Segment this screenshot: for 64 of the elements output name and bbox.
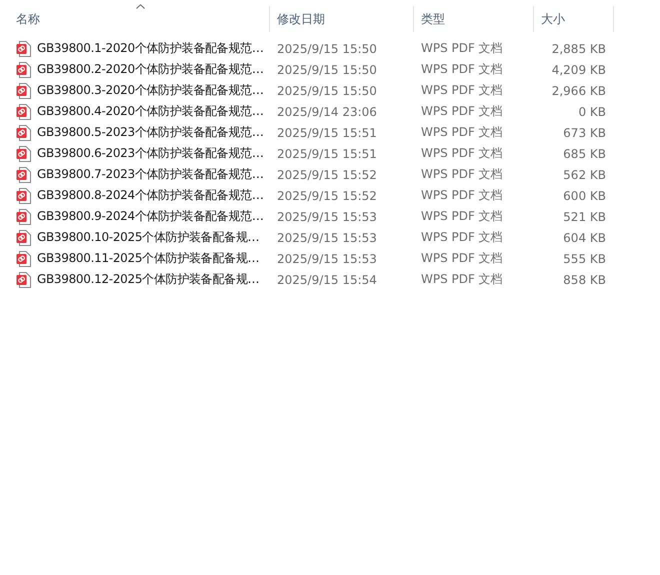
pdf-file-icon bbox=[16, 208, 31, 224]
file-type: WPS PDF 文档 bbox=[421, 208, 503, 225]
file-size: 858 KB bbox=[563, 272, 606, 286]
file-type: WPS PDF 文档 bbox=[421, 40, 503, 57]
column-header[interactable]: 类型 bbox=[421, 10, 445, 28]
column-header[interactable]: 大小 bbox=[541, 10, 565, 28]
modified-date: 2025/9/15 15:54 bbox=[277, 272, 377, 286]
file-type: WPS PDF 文档 bbox=[421, 166, 503, 183]
pdf-file-icon bbox=[16, 40, 31, 56]
file-type: WPS PDF 文档 bbox=[421, 229, 503, 246]
file-type: WPS PDF 文档 bbox=[421, 124, 503, 141]
modified-date: 2025/9/15 15:51 bbox=[277, 146, 377, 160]
modified-date: 2025/9/15 15:52 bbox=[277, 168, 377, 182]
file-type: WPS PDF 文档 bbox=[421, 187, 503, 204]
column-header[interactable]: 名称 bbox=[16, 10, 40, 28]
file-size: 562 KB bbox=[563, 168, 606, 182]
pdf-file-icon bbox=[16, 124, 31, 140]
file-name[interactable]: GB39800.6-2023个体防护装备配备规范… bbox=[37, 145, 264, 162]
file-size: 673 KB bbox=[563, 126, 606, 140]
file-size: 604 KB bbox=[563, 230, 606, 244]
file-type: WPS PDF 文档 bbox=[421, 61, 503, 78]
pdf-file-icon bbox=[16, 230, 31, 246]
pdf-file-icon bbox=[16, 188, 31, 204]
pdf-file-icon bbox=[16, 250, 31, 266]
file-size: 521 KB bbox=[563, 210, 606, 224]
file-size: 600 KB bbox=[563, 188, 606, 202]
file-size: 685 KB bbox=[563, 146, 606, 160]
file-name[interactable]: GB39800.10-2025个体防护装备配备规… bbox=[37, 229, 260, 246]
modified-date: 2025/9/15 15:53 bbox=[277, 210, 377, 224]
modified-date: 2025/9/15 15:53 bbox=[277, 230, 377, 244]
file-type: WPS PDF 文档 bbox=[421, 82, 503, 99]
modified-date: 2025/9/15 15:50 bbox=[277, 42, 377, 56]
file-name[interactable]: GB39800.7-2023个体防护装备配备规范… bbox=[37, 166, 264, 183]
file-size: 2,966 KB bbox=[552, 84, 606, 98]
modified-date: 2025/9/14 23:06 bbox=[277, 104, 377, 118]
modified-date: 2025/9/15 15:50 bbox=[277, 84, 377, 98]
file-name[interactable]: GB39800.3-2020个体防护装备配备规范… bbox=[37, 82, 264, 99]
file-type: WPS PDF 文档 bbox=[421, 250, 503, 267]
file-name[interactable]: GB39800.2-2020个体防护装备配备规范… bbox=[37, 61, 264, 78]
file-name[interactable]: GB39800.1-2020个体防护装备配备规范… bbox=[37, 40, 264, 57]
modified-date: 2025/9/15 15:50 bbox=[277, 62, 377, 76]
file-name[interactable]: GB39800.8-2024个体防护装备配备规范… bbox=[37, 187, 264, 204]
file-name[interactable]: GB39800.5-2023个体防护装备配备规范… bbox=[37, 124, 264, 141]
pdf-file-icon bbox=[16, 104, 31, 120]
file-name[interactable]: GB39800.12-2025个体防护装备配备规… bbox=[37, 271, 260, 288]
file-size: 0 KB bbox=[578, 104, 606, 118]
column-header[interactable]: 修改日期 bbox=[277, 10, 325, 28]
modified-date: 2025/9/15 15:51 bbox=[277, 126, 377, 140]
pdf-file-icon bbox=[16, 146, 31, 162]
modified-date: 2025/9/15 15:53 bbox=[277, 252, 377, 266]
file-type: WPS PDF 文档 bbox=[421, 145, 503, 162]
file-size: 2,885 KB bbox=[552, 42, 606, 56]
file-size: 4,209 KB bbox=[552, 62, 606, 76]
pdf-file-icon bbox=[16, 62, 31, 78]
pdf-file-icon bbox=[16, 166, 31, 182]
file-name[interactable]: GB39800.4-2020个体防护装备配备规范… bbox=[37, 103, 264, 120]
file-name[interactable]: GB39800.9-2024个体防护装备配备规范… bbox=[37, 208, 264, 225]
file-name[interactable]: GB39800.11-2025个体防护装备配备规… bbox=[37, 250, 260, 267]
modified-date: 2025/9/15 15:52 bbox=[277, 188, 377, 202]
file-type: WPS PDF 文档 bbox=[421, 103, 503, 120]
pdf-file-icon bbox=[16, 82, 31, 98]
pdf-file-icon bbox=[16, 272, 31, 288]
file-size: 555 KB bbox=[563, 252, 606, 266]
file-type: WPS PDF 文档 bbox=[421, 271, 503, 288]
